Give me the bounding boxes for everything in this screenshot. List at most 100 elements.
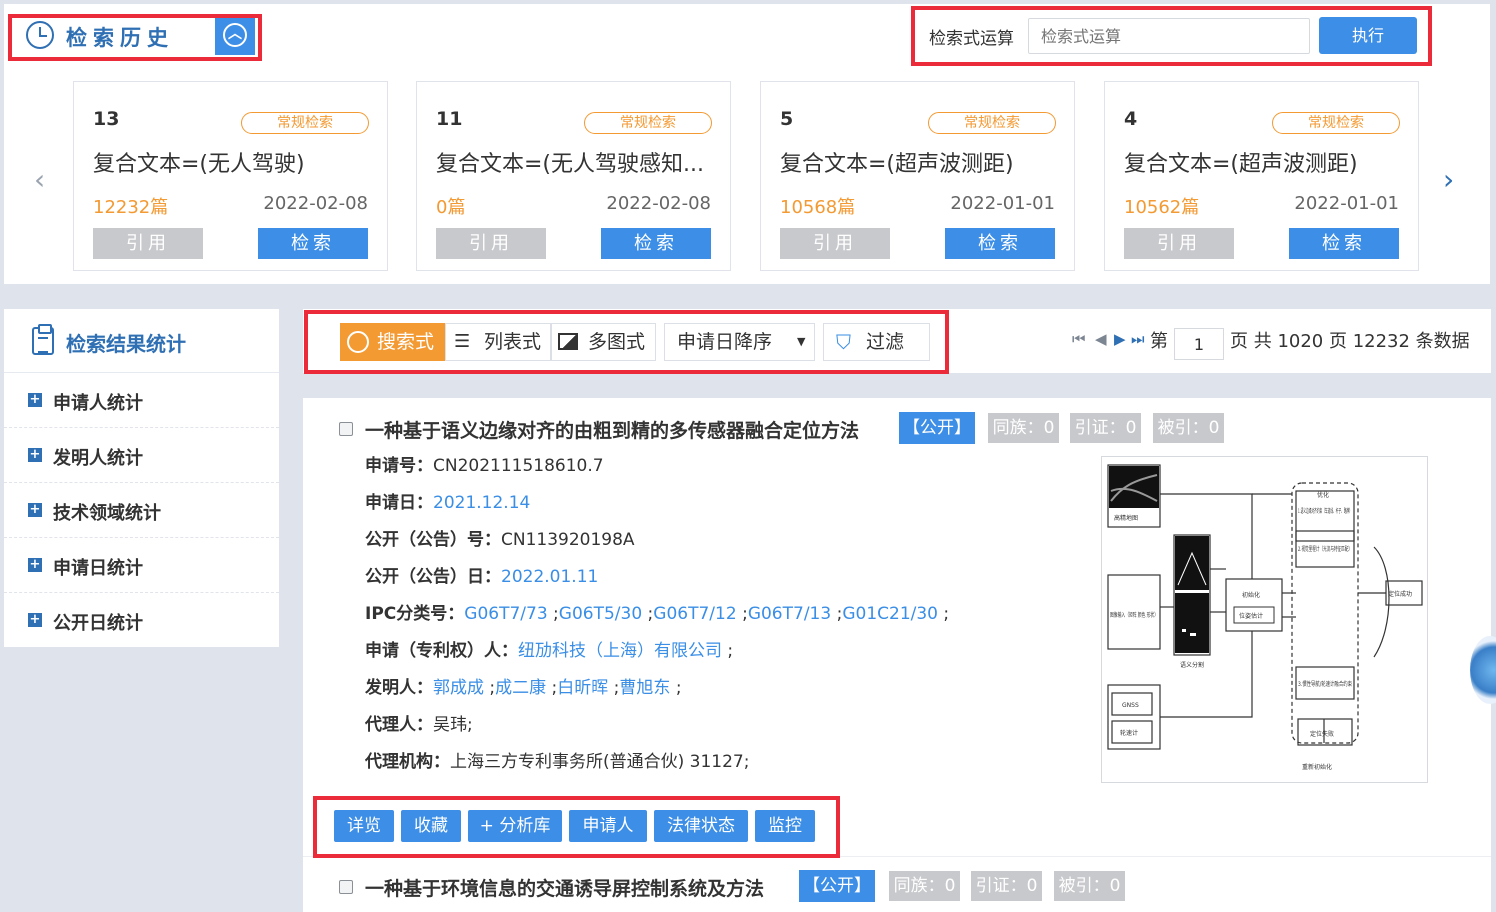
view-list-button[interactable]: ☰ 列表式 — [445, 323, 551, 361]
cite-button[interactable]: 引用 — [436, 228, 546, 259]
family-count-badge[interactable]: 同族：0 — [889, 871, 960, 901]
result-title-link[interactable]: 一种基于环境信息的交通诱导屏控制系统及方法 — [365, 874, 764, 901]
publication-date-link[interactable]: 2022.01.11 — [501, 567, 598, 587]
search-type-tag: 常规检索 — [584, 112, 712, 134]
result-divider — [303, 856, 1491, 857]
collapse-history-button[interactable]: ︿ — [215, 17, 255, 55]
search-button[interactable]: 检索 — [1289, 228, 1399, 259]
application-date-link[interactable]: 2021.12.14 — [433, 493, 530, 513]
legal-status-button[interactable]: 法律状态 — [654, 810, 748, 842]
applicant-button[interactable]: 申请人 — [569, 810, 647, 842]
inventor-link[interactable]: 曹旭东 — [619, 678, 670, 698]
caret-down-icon: ▼ — [797, 335, 806, 348]
search-expression: 复合文本=(超声波测距) — [1124, 152, 1358, 177]
result-count: 10562篇 — [1124, 197, 1200, 218]
figure-label-pose: 位姿估计 — [1239, 612, 1263, 620]
favorite-button[interactable]: 收藏 — [401, 810, 461, 842]
sidebar-item-inventor-stats[interactable]: + 发明人统计 — [4, 428, 279, 483]
magnifier-chart-icon — [347, 331, 369, 353]
history-card: 13 常规检索 复合文本=(无人驾驶) 12232篇 2022-02-08 引用… — [73, 81, 388, 271]
ipc-link[interactable]: G06T7/73 — [464, 604, 547, 624]
sort-select[interactable]: 申请日降序 ▼ — [664, 323, 815, 361]
page-prefix: 第 — [1150, 331, 1168, 352]
citation-count-badge[interactable]: 引证：0 — [971, 871, 1042, 901]
next-arrow-icon[interactable]: › — [1443, 163, 1459, 196]
execute-button[interactable]: 执行 — [1319, 17, 1417, 54]
cite-button[interactable]: 引用 — [93, 228, 203, 259]
status-badge: 【公开】 — [799, 870, 875, 902]
cited-count-badge[interactable]: 被引：0 — [1054, 871, 1125, 901]
figure-label-semantic: 语义分割 — [1180, 661, 1204, 669]
expand-plus-icon: + — [28, 612, 42, 627]
citation-count-badge[interactable]: 引证：0 — [1070, 413, 1141, 443]
sidebar-item-label: 申请人统计 — [53, 393, 143, 414]
result-title-link[interactable]: 一种基于语义边缘对齐的由粗到精的多传感器融合定位方法 — [365, 416, 859, 443]
sidebar-item-label: 发明人统计 — [53, 448, 143, 469]
view-search-label: 搜索式 — [377, 331, 435, 353]
inventor-link[interactable]: 郭成成 — [433, 678, 484, 698]
prev-arrow-icon[interactable]: ‹ — [34, 163, 50, 196]
figure-label-image-input: 图像输入（矩阵 颜色 形状） — [1110, 611, 1158, 619]
figure-label-map: 高精地图 — [1114, 514, 1138, 522]
family-count-badge[interactable]: 同族：0 — [988, 413, 1059, 443]
inventor-link[interactable]: 成二康 — [495, 678, 546, 698]
ipc-link[interactable]: G06T5/30 — [559, 604, 642, 624]
history-card: 5 常规检索 复合文本=(超声波测距) 10568篇 2022-01-01 引用… — [760, 81, 1075, 271]
sort-selected-value: 申请日降序 — [677, 331, 773, 353]
result-statistics-sidebar: 检索结果统计 + 申请人统计 + 发明人统计 + 技术领域统计 + 申请日统计 … — [4, 309, 279, 647]
inventor-link[interactable]: 白昕晖 — [557, 678, 608, 698]
result-count: 10568篇 — [780, 197, 856, 218]
formula-input[interactable] — [1028, 18, 1310, 54]
sidebar-item-app-date-stats[interactable]: + 申请日统计 — [4, 538, 279, 593]
monitor-button[interactable]: 监控 — [755, 810, 815, 842]
chevron-up-circle-icon: ︿ — [223, 23, 247, 47]
sidebar-title: 检索结果统计 — [66, 332, 186, 356]
ipc-link[interactable]: G01C21/30 — [842, 604, 938, 624]
figure-label-optimize: 优化 — [1317, 491, 1329, 499]
page-number-input[interactable]: 1 — [1174, 328, 1224, 360]
search-button[interactable]: 检索 — [945, 228, 1055, 259]
figure-label-opt-3: 3.惯性导航/轮速计融合约束 — [1298, 680, 1352, 688]
search-button[interactable]: 检索 — [601, 228, 711, 259]
expand-plus-icon: + — [28, 502, 42, 517]
field-applicant: 申请（专利权）人：纽劢科技（上海）有限公司 ; — [365, 641, 734, 661]
prev-page-icon[interactable]: ◀ — [1095, 330, 1107, 348]
sidebar-item-tech-field-stats[interactable]: + 技术领域统计 — [4, 483, 279, 538]
next-page-icon[interactable]: ▶ — [1114, 330, 1126, 348]
expand-plus-icon: + — [28, 557, 42, 572]
search-type-tag: 常规检索 — [928, 112, 1056, 134]
cited-count-badge[interactable]: 被引：0 — [1153, 413, 1224, 443]
sidebar-item-label: 公开日统计 — [53, 613, 143, 634]
patent-figure-thumbnail[interactable]: 高精地图 图像输入（矩阵 颜色 形状） 语义分割 初始化 位姿估计 优化 1.语… — [1101, 456, 1428, 783]
view-search-style-button[interactable]: 搜索式 — [340, 323, 445, 361]
cite-button[interactable]: 引用 — [1124, 228, 1234, 259]
result-count: 0篇 — [436, 197, 466, 218]
sidebar-header: 检索结果统计 — [4, 309, 279, 373]
ipc-link[interactable]: G06T7/12 — [653, 604, 736, 624]
result-checkbox[interactable] — [339, 422, 353, 436]
view-multi-image-button[interactable]: 多图式 — [551, 323, 656, 361]
cite-button[interactable]: 引用 — [780, 228, 890, 259]
applicant-link[interactable]: 纽劢科技（上海）有限公司 — [518, 641, 722, 661]
search-button[interactable]: 检索 — [258, 228, 368, 259]
ipc-link[interactable]: G06T7/13 — [748, 604, 831, 624]
add-to-analysis-button[interactable]: + 分析库 — [468, 810, 562, 842]
view-list-label: 列表式 — [484, 331, 542, 353]
sidebar-item-pub-date-stats[interactable]: + 公开日统计 — [4, 593, 279, 648]
detail-button[interactable]: 详览 — [334, 810, 394, 842]
search-expression: 复合文本=(无人驾驶感知... — [436, 152, 704, 177]
filter-button[interactable]: ⛉ 过滤 — [823, 323, 930, 361]
figure-label-gnss: GNSS — [1122, 702, 1139, 709]
search-type-tag: 常规检索 — [1272, 112, 1400, 134]
result-checkbox[interactable] — [339, 880, 353, 894]
search-date: 2022-01-01 — [950, 193, 1055, 214]
page-summary: 页 共 1020 页 12232 条数据 — [1230, 331, 1470, 352]
first-page-icon[interactable]: ⏮ — [1072, 330, 1087, 348]
search-date: 2022-01-01 — [1294, 193, 1399, 214]
last-page-icon[interactable]: ⏭ — [1131, 330, 1145, 348]
search-expression: 复合文本=(超声波测距) — [780, 152, 1014, 177]
history-card-number: 4 — [1124, 108, 1138, 130]
clock-icon — [26, 21, 54, 49]
sidebar-item-applicant-stats[interactable]: + 申请人统计 — [4, 373, 279, 428]
field-publication-number: 公开（公告）号：CN113920198A — [365, 530, 635, 550]
